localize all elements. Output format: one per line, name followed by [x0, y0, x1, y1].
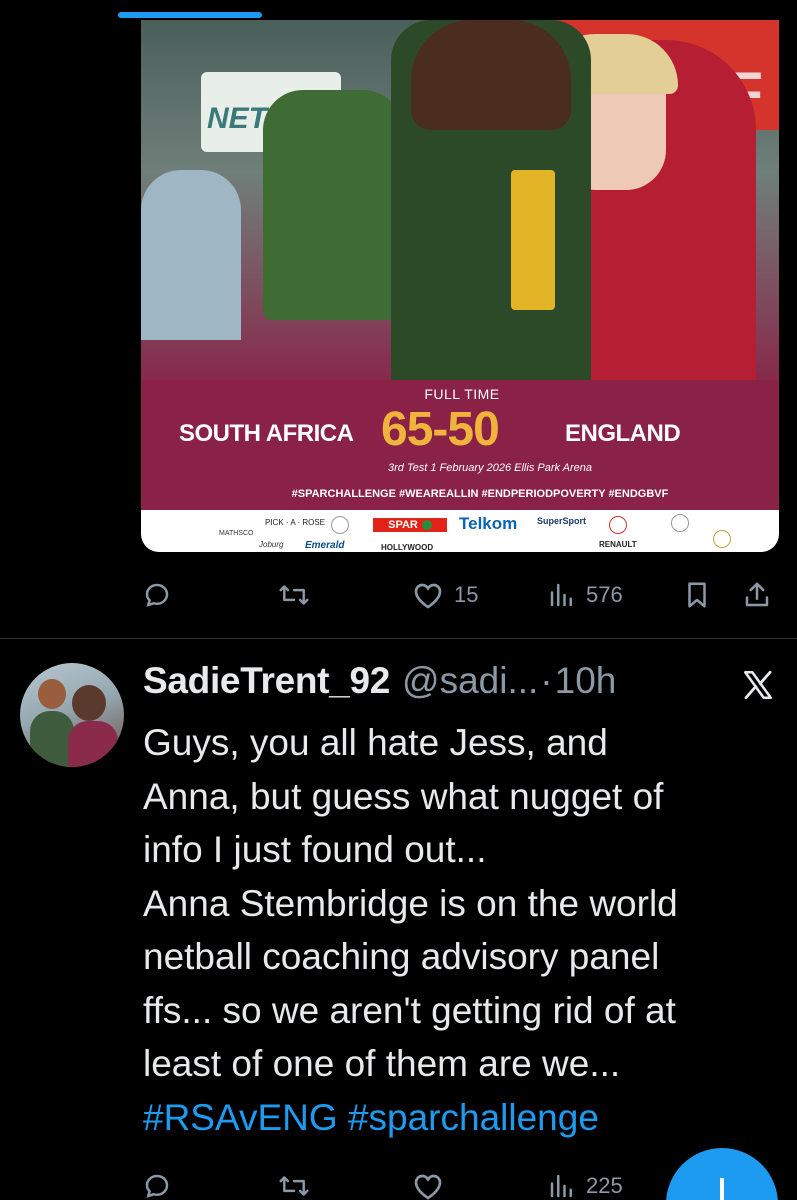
retweet-button[interactable] [277, 1166, 311, 1200]
sponsor-supersport: SuperSport [537, 516, 587, 526]
views-button[interactable]: 225 [548, 1166, 623, 1200]
campaign-hashtags: #SPARCHALLENGE #WEAREALLIN #ENDPERIODPOV… [291, 488, 669, 500]
match-info: 3rd Test 1 February 2026 Ellis Park Aren… [387, 462, 592, 474]
heart-icon [414, 583, 442, 609]
reply-button[interactable] [142, 1166, 172, 1200]
x-logo-icon[interactable] [741, 668, 775, 702]
user-handle[interactable]: @sadi... [402, 660, 538, 702]
spectator-figure [141, 170, 241, 340]
tweet-line: Guys, you all hate Jess, and [143, 722, 608, 763]
tweet-media-image[interactable]: SF NETB FULL TIME SOUTH AFRICA 65-50 ENG… [141, 20, 779, 552]
hashtag-line: #RSAvENG #sparchallenge [143, 1091, 783, 1145]
tweet-line: Anna Stembridge is on the world [143, 882, 678, 924]
home-team-name: SOUTH AFRICA [179, 420, 354, 447]
retweet-icon [279, 585, 309, 605]
heart-icon [414, 1174, 442, 1200]
tweet-line: least of one of them are we... [143, 1043, 621, 1084]
tweet-line: ffs... so we aren't getting rid of at [143, 989, 676, 1031]
share-button[interactable] [742, 575, 772, 615]
compose-button[interactable] [666, 1148, 778, 1200]
retweet-button[interactable] [277, 575, 311, 615]
tweet-line: info I just found out... [143, 829, 487, 870]
reply-button[interactable] [142, 575, 172, 615]
display-name[interactable]: SadieTrent_92 [143, 660, 390, 702]
views-button[interactable]: 576 [548, 575, 623, 615]
views-icon [550, 1174, 572, 1198]
bookmark-button[interactable] [684, 575, 710, 615]
sponsor-pick-a-rose: PICK · A · ROSE [265, 518, 326, 527]
tweet-line: Anna, but guess what nugget of [143, 775, 664, 817]
sponsor-spar: SPAR [373, 518, 447, 532]
hashtag-link[interactable]: #RSAvENG [143, 1097, 338, 1138]
tweet-header: SadieTrent_92 @sadi... · 10h [143, 660, 616, 708]
first-tweet-action-bar: 15 576 [0, 575, 797, 615]
sponsor-telkom: Telkom [459, 514, 518, 533]
separator-dot: · [540, 660, 553, 701]
final-score: 65-50 [381, 403, 500, 456]
views-count: 576 [586, 582, 623, 607]
scoreboard: FULL TIME SOUTH AFRICA 65-50 ENGLAND 3rd… [141, 380, 779, 512]
hashtag-link[interactable]: #sparchallenge [348, 1097, 599, 1138]
like-count: 15 [454, 582, 479, 607]
tab-indicator [118, 12, 262, 18]
tweet-divider [0, 638, 797, 639]
tweet-timestamp[interactable]: 10h [555, 660, 617, 702]
views-count: 225 [586, 1173, 623, 1198]
sponsor-joburg: Joburg [259, 540, 284, 549]
share-icon [745, 582, 769, 607]
away-team-name: ENGLAND [565, 420, 681, 447]
sponsor-seal-icon [331, 516, 349, 534]
full-time-label: FULL TIME [424, 386, 500, 402]
tweet-text: Guys, you all hate Jess, and Anna, but g… [143, 716, 783, 1144]
bookmark-icon [688, 582, 706, 608]
like-button[interactable]: 15 [412, 575, 478, 615]
lottery-logo-icon [609, 516, 627, 534]
retweet-icon [279, 1176, 309, 1196]
sponsor-mathco: MATHSCO [219, 530, 254, 537]
netball-logo-icon [671, 514, 689, 532]
sponsor-strip: MATHSCO PICK · A · ROSE SPAR Telkom Supe… [141, 510, 779, 552]
sponsor-emerald: Emerald [305, 540, 345, 551]
tweet-line: netball coaching advisory panel [143, 936, 660, 977]
reply-icon [145, 583, 169, 607]
sponsor-renault: RENAULT [599, 540, 637, 549]
views-icon [550, 583, 572, 607]
reply-icon [145, 1174, 169, 1198]
sponsor-hollywood: HOLLYWOOD [381, 543, 434, 552]
crest-icon [713, 530, 731, 548]
like-button[interactable] [412, 1166, 444, 1200]
steward-figure [263, 90, 403, 320]
south-africa-player-figure [391, 20, 591, 400]
avatar[interactable] [20, 663, 124, 767]
